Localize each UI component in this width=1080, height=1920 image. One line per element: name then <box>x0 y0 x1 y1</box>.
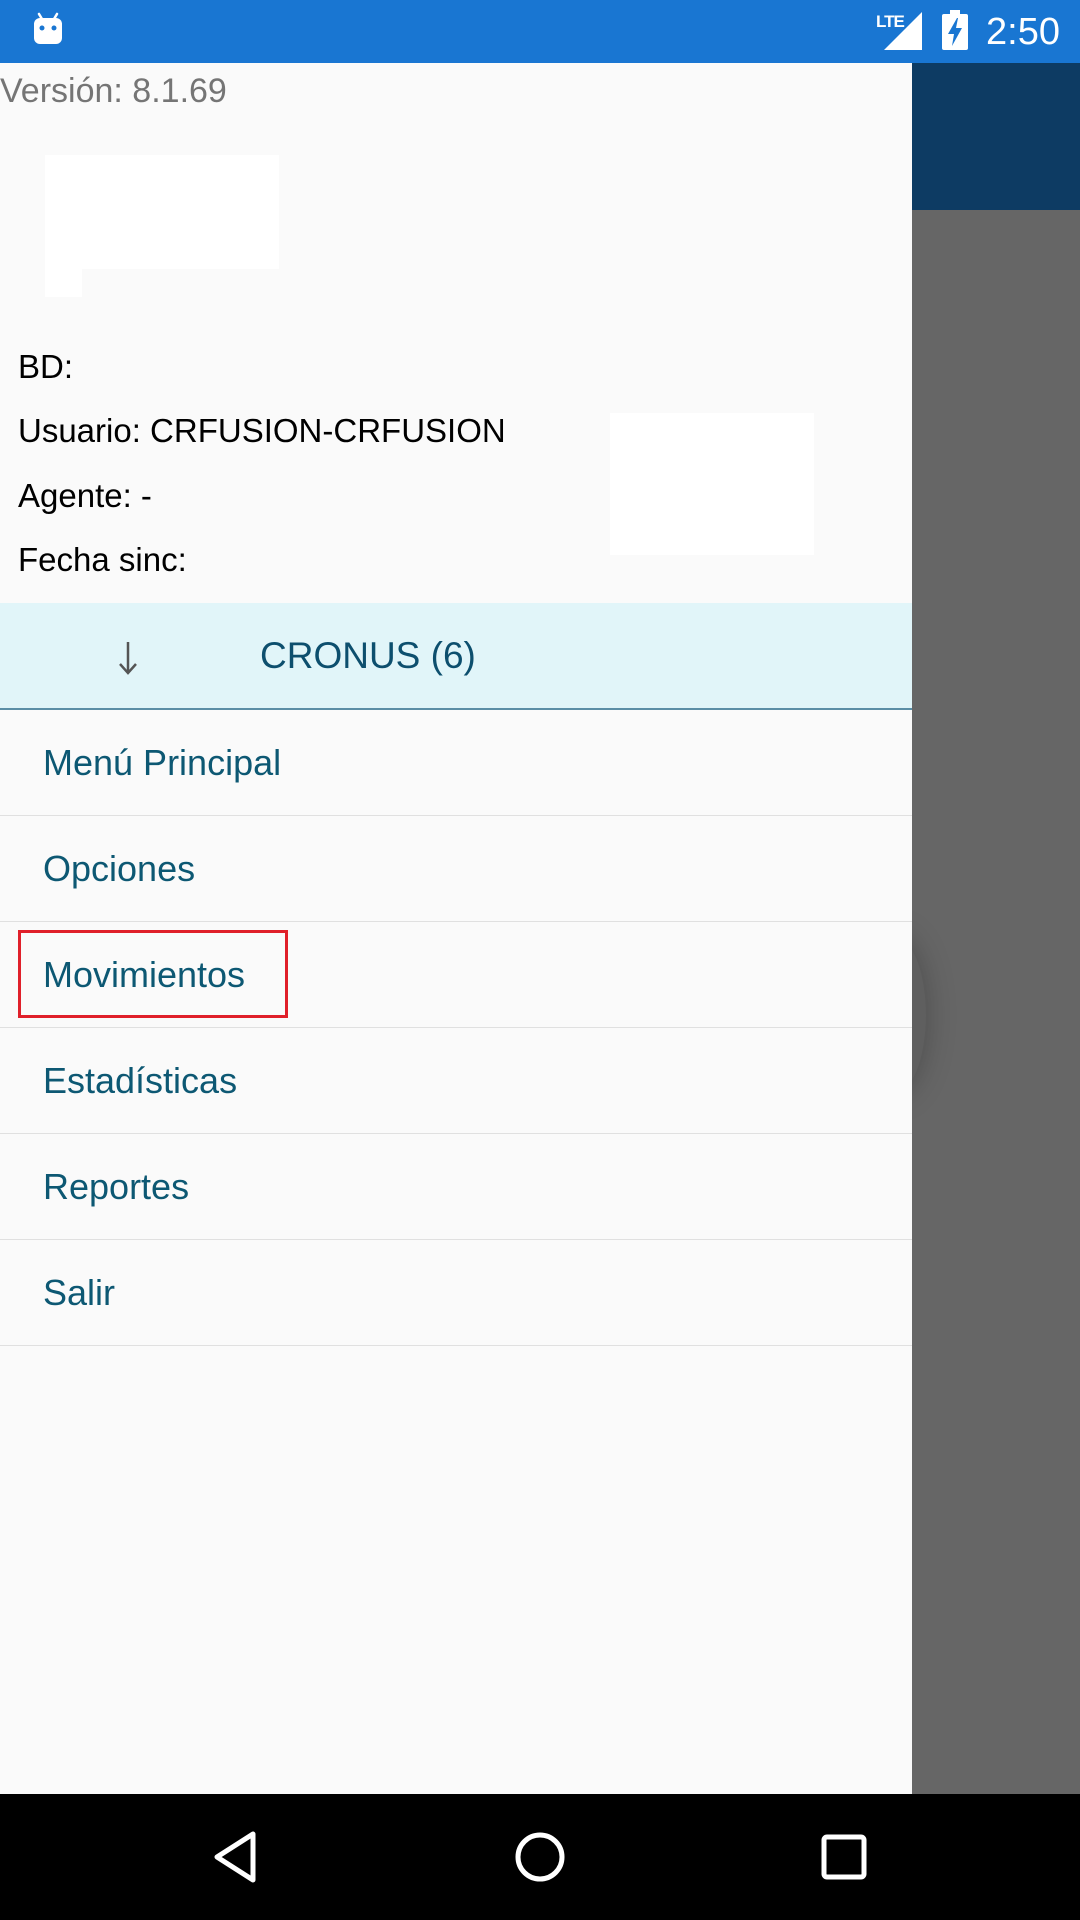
avatar-image <box>610 413 814 555</box>
screen: LTE 2:50 Versión: 8.1.69 BD: Usuario: CR… <box>0 0 1080 1920</box>
company-selector[interactable]: CRONUS (6) <box>0 603 912 710</box>
logo-image <box>45 155 279 269</box>
system-navigation-bar <box>0 1794 1080 1920</box>
company-label: CRONUS (6) <box>260 635 476 676</box>
menu-item-reportes[interactable]: Reportes <box>0 1134 912 1240</box>
home-icon[interactable] <box>507 1824 573 1890</box>
menu-item-label: Salir <box>43 1272 116 1313</box>
menu-item-estadisticas[interactable]: Estadísticas <box>0 1028 912 1134</box>
version-label: Versión: 8.1.69 <box>0 72 227 110</box>
menu-item-label: Menú Principal <box>43 742 282 783</box>
menu-item-label: Movimientos <box>43 954 246 995</box>
signal-icon <box>884 12 922 50</box>
back-icon[interactable] <box>203 1824 269 1890</box>
logo-image-tab <box>45 269 82 297</box>
menu-item-label: Opciones <box>43 848 196 889</box>
recent-apps-icon[interactable] <box>811 1824 877 1890</box>
menu-item-opciones[interactable]: Opciones <box>0 816 912 922</box>
drawer-menu: Menú Principal Opciones Movimientos Esta… <box>0 710 912 1346</box>
menu-item-label: Estadísticas <box>43 1060 238 1101</box>
menu-item-label: Reportes <box>43 1166 190 1207</box>
battery-charging-icon <box>942 10 968 50</box>
fecha-sinc-label: Fecha sinc: <box>18 541 187 578</box>
menu-item-menu-principal[interactable]: Menú Principal <box>0 710 912 816</box>
navigation-drawer: Versión: 8.1.69 BD: Usuario: CRFUSION-CR… <box>0 63 912 1794</box>
android-notification-icon <box>34 12 62 44</box>
bd-label: BD: <box>18 348 74 385</box>
usuario-label: Usuario: CRFUSION-CRFUSION <box>18 412 506 449</box>
arrow-down-icon <box>119 642 137 675</box>
menu-item-salir[interactable]: Salir <box>0 1240 912 1346</box>
status-bar: LTE 2:50 <box>0 0 1080 63</box>
agente-label: Agente: - <box>18 477 152 514</box>
clock: 2:50 <box>986 11 1060 53</box>
menu-item-movimientos[interactable]: Movimientos <box>0 922 912 1028</box>
